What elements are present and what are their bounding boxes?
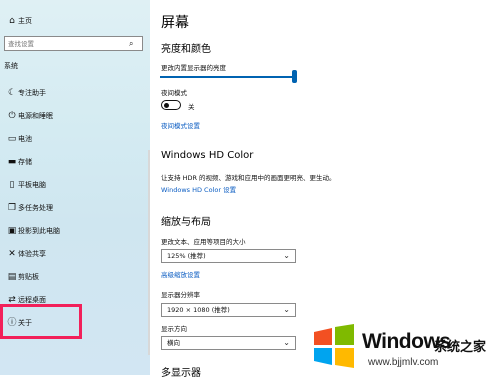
hdr-settings-link[interactable]: Windows HD Color 设置: [161, 184, 236, 194]
about-highlight-box: [0, 304, 82, 339]
orientation-dropdown[interactable]: 横向 ⌄: [161, 336, 296, 350]
power-icon: ⏻: [8, 111, 16, 121]
brightness-slider[interactable]: [160, 76, 296, 78]
sidebar-item-clipboard[interactable]: ▤ 剪贴板: [0, 267, 150, 289]
sidebar-item-battery[interactable]: ▭ 电池: [0, 129, 150, 151]
night-light-state: 关: [188, 103, 195, 111]
hdr-heading: Windows HD Color: [161, 150, 254, 161]
sidebar-item-multitasking[interactable]: ❐ 多任务处理: [0, 198, 150, 220]
brightness-slider-thumb[interactable]: [292, 70, 297, 83]
night-light-label: 夜间模式: [161, 89, 187, 97]
tablet-icon: ▯: [9, 180, 15, 190]
scale-label: 更改文本、应用等项目的大小: [161, 238, 246, 246]
night-light-settings-link[interactable]: 夜间模式设置: [161, 120, 200, 130]
moon-icon: ☾: [7, 88, 17, 98]
sidebar-item-power-sleep[interactable]: ⏻ 电源和睡眠: [0, 106, 150, 128]
sidebar-item-label: 投影到此电脑: [18, 227, 60, 235]
project-icon: ▣: [7, 226, 17, 236]
sidebar-item-label: 多任务处理: [18, 204, 53, 212]
storage-icon: ▬: [7, 157, 17, 167]
watermark: Windows 系统之家 www.bjjmlv.com: [310, 320, 500, 375]
sidebar-item-shared-experiences[interactable]: ✕ 体验共享: [0, 244, 150, 266]
section-label: 系统: [4, 62, 18, 70]
chevron-down-icon: ⌄: [283, 251, 290, 260]
brightness-heading: 亮度和颜色: [161, 44, 211, 55]
sidebar-item-label: 存储: [18, 158, 32, 166]
sidebar-item-label: 剪贴板: [18, 273, 39, 281]
sidebar-item-label: 平板电脑: [18, 181, 46, 189]
sidebar-item-label: 主页: [18, 17, 32, 25]
windows-logo-icon: [314, 324, 354, 368]
search-box[interactable]: ⌕: [4, 36, 143, 51]
sidebar-item-label: 电池: [18, 135, 32, 143]
page-title: 屏幕: [161, 15, 189, 31]
sidebar-item-focus-assist[interactable]: ☾ 专注助手: [0, 83, 150, 105]
multitask-icon: ❐: [7, 203, 17, 213]
scale-value: 125% (推荐): [167, 252, 206, 260]
search-input[interactable]: [8, 37, 126, 50]
sidebar-item-projecting[interactable]: ▣ 投影到此电脑: [0, 221, 150, 243]
chevron-down-icon: ⌄: [283, 305, 290, 314]
home-icon: ⌂: [9, 16, 15, 26]
scale-dropdown[interactable]: 125% (推荐) ⌄: [161, 249, 296, 263]
advanced-scaling-link[interactable]: 高级缩放设置: [161, 269, 200, 279]
resolution-value: 1920 × 1080 (推荐): [167, 306, 230, 314]
night-light-toggle[interactable]: [161, 100, 181, 110]
sidebar-item-storage[interactable]: ▬ 存储: [0, 152, 150, 174]
watermark-url: www.bjjmlv.com: [368, 357, 439, 368]
share-icon: ✕: [8, 249, 16, 259]
scale-heading: 缩放与布局: [161, 217, 211, 228]
sidebar-item-label: 体验共享: [18, 250, 46, 258]
multi-display-heading: 多显示器: [161, 368, 201, 379]
orientation-label: 显示方向: [161, 325, 187, 333]
battery-icon: ▭: [7, 134, 17, 144]
resolution-dropdown[interactable]: 1920 × 1080 (推荐) ⌄: [161, 303, 296, 317]
toggle-knob: [164, 102, 169, 108]
divider: [148, 150, 150, 355]
search-icon[interactable]: ⌕: [129, 38, 139, 49]
sidebar-item-home[interactable]: ⌂ 主页: [0, 11, 150, 33]
sidebar-item-label: 电源和睡眠: [18, 112, 53, 120]
watermark-subtitle: 系统之家: [434, 340, 487, 355]
hdr-description: 让支持 HDR 的视频、游戏和应用中的画面更明亮、更生动。: [161, 174, 336, 182]
sidebar-item-label: 专注助手: [18, 89, 46, 97]
sidebar: ⌂ 主页 ⌕ 系统 ☾ 专注助手 ⏻ 电源和睡眠 ▭ 电池 ▬ 存储 ▯ 平板电…: [0, 0, 150, 375]
brightness-label: 更改内置显示器的亮度: [161, 64, 226, 72]
chevron-down-icon: ⌄: [283, 338, 290, 347]
resolution-label: 显示器分辨率: [161, 291, 200, 299]
clipboard-icon: ▤: [7, 272, 17, 282]
orientation-value: 横向: [167, 339, 180, 347]
sidebar-item-tablet[interactable]: ▯ 平板电脑: [0, 175, 150, 197]
